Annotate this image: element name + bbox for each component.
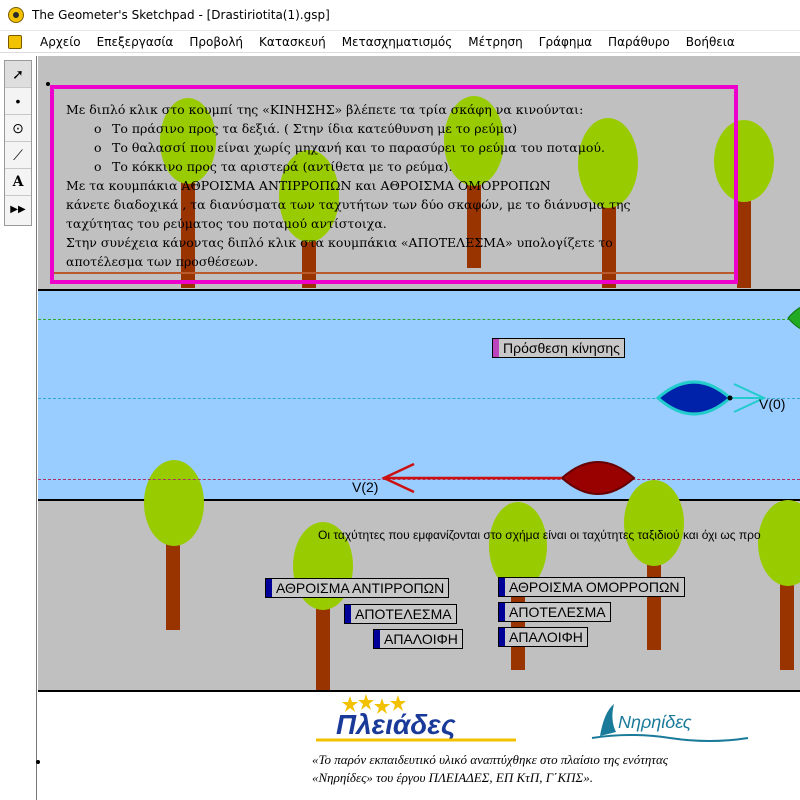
menu-file[interactable]: Αρχείο bbox=[32, 35, 89, 49]
sum-same-button[interactable]: ΑΘΡΟΙΣΜΑ ΟΜΟΡΡΟΠΩΝ bbox=[498, 577, 685, 597]
menu-window[interactable]: Παράθυρο bbox=[600, 35, 678, 49]
v0-label: V(0) bbox=[759, 396, 786, 412]
tree-trunk bbox=[737, 200, 751, 288]
instruction-line: κάνετε διαδοχικά , τα διανύσματα των ταχ… bbox=[66, 197, 631, 212]
red-lane-line bbox=[38, 479, 800, 480]
button-tab bbox=[499, 603, 505, 621]
menu-help[interactable]: Βοήθεια bbox=[678, 35, 743, 49]
instructions-underline bbox=[54, 272, 734, 274]
menu-bar: Αρχείο Επεξεργασία Προβολή Κατασκευή Μετ… bbox=[0, 31, 800, 53]
text-tool-icon[interactable]: A bbox=[5, 169, 31, 196]
motion-button[interactable]: Πρόσθεση κίνησης bbox=[492, 338, 625, 358]
star-icon bbox=[358, 694, 374, 710]
sketchpad-app-icon[interactable] bbox=[8, 7, 24, 23]
button-tab bbox=[493, 339, 499, 357]
result-right-button[interactable]: ΑΠΟΤΕΛΕΣΜΑ bbox=[498, 602, 611, 622]
menu-measure[interactable]: Μέτρηση bbox=[460, 35, 531, 49]
tree-crown bbox=[624, 480, 684, 566]
footer-line: «Το παρόν εκπαιδευτικό υλικό αναπτύχθηκε… bbox=[312, 752, 669, 767]
button-tab bbox=[374, 630, 380, 648]
sum-opposite-button[interactable]: ΑΘΡΟΙΣΜΑ ΑΝΤΙΡΡΟΠΩΝ bbox=[265, 578, 450, 598]
button-tab bbox=[499, 628, 505, 646]
bullet-mark: o bbox=[94, 140, 102, 155]
tree-trunk bbox=[780, 580, 794, 670]
nirides-logo: Νηρηίδες bbox=[591, 704, 749, 742]
instruction-bullet: o Το θαλασσί που είναι χωρίς μηχανή και τ… bbox=[66, 138, 726, 157]
motion-button-label: Πρόσθεση κίνησης bbox=[503, 340, 620, 356]
canvas-point bbox=[36, 760, 40, 764]
sum-same-label: ΑΘΡΟΙΣΜΑ ΟΜΟΡΡΟΠΩΝ bbox=[509, 579, 680, 595]
sketchpad-window: The Geometer's Sketchpad - [Drastiriotit… bbox=[0, 0, 800, 800]
menu-construct[interactable]: Κατασκευή bbox=[251, 35, 334, 49]
green-lane-line bbox=[38, 319, 800, 320]
title-bar: The Geometer's Sketchpad - [Drastiriotit… bbox=[0, 0, 800, 31]
menu-graph[interactable]: Γράφημα bbox=[531, 35, 600, 49]
point-tool-icon[interactable]: • bbox=[5, 88, 31, 115]
nirides-logo-text: Νηρηίδες bbox=[618, 712, 692, 732]
instruction-bullet: o Το κόκκινο προς τα αριστερά (αντίθετα μ… bbox=[66, 157, 726, 176]
instruction-bullet-text: Το πράσινο προς τα δεξιά. ( Στην ίδια κα… bbox=[112, 121, 518, 136]
bullet-mark: o bbox=[94, 159, 102, 174]
river bbox=[38, 289, 800, 501]
mermaid-icon bbox=[600, 704, 616, 736]
tree-crown bbox=[144, 460, 204, 546]
sum-opposite-label: ΑΘΡΟΙΣΜΑ ΑΝΤΙΡΡΟΠΩΝ bbox=[276, 580, 445, 596]
button-tab bbox=[266, 579, 272, 597]
instruction-bullet-text: Το θαλασσί που είναι χωρίς μηχανή και το… bbox=[112, 140, 605, 155]
pleiades-logo-text: Πλειάδες bbox=[336, 709, 456, 740]
result-left-label: ΑΠΟΤΕΛΕΣΜΑ bbox=[355, 606, 452, 622]
menu-transform[interactable]: Μετασχηματισμός bbox=[334, 35, 461, 49]
clear-left-button[interactable]: ΑΠΑΛΟΙΦΗ bbox=[373, 629, 463, 649]
blue-lane-line bbox=[38, 398, 800, 399]
bullet-mark: o bbox=[94, 121, 102, 136]
instructions-text: Με διπλό κλικ στο κουμπί της «ΚΙΝΗΣΗΣ» β… bbox=[66, 100, 726, 271]
compass-tool-icon[interactable]: ⊙ bbox=[5, 115, 31, 142]
tree-trunk bbox=[316, 600, 330, 690]
clear-left-label: ΑΠΑΛΟΙΦΗ bbox=[384, 631, 458, 647]
button-tab bbox=[499, 578, 505, 596]
tree-trunk bbox=[166, 540, 180, 630]
footer-credits: «Το παρόν εκπαιδευτικό υλικό αναπτύχθηκε… bbox=[312, 751, 668, 787]
instruction-bullet: o Το πράσινο προς τα δεξιά. ( Στην ίδια κ… bbox=[66, 119, 726, 138]
info-text: Οι ταχύτητες που εμφανίζονται στο σχήμα … bbox=[318, 528, 761, 542]
instruction-line: Με διπλό κλικ στο κουμπί της «ΚΙΝΗΣΗΣ» β… bbox=[66, 102, 584, 117]
menu-view[interactable]: Προβολή bbox=[181, 35, 251, 49]
clear-right-button[interactable]: ΑΠΑΛΟΙΦΗ bbox=[498, 627, 588, 647]
result-right-label: ΑΠΟΤΕΛΕΣΜΑ bbox=[509, 604, 606, 620]
straightedge-tool-icon[interactable]: ⟋ bbox=[5, 142, 31, 169]
window-title: The Geometer's Sketchpad - [Drastiriotit… bbox=[32, 8, 330, 22]
result-left-button[interactable]: ΑΠΟΤΕΛΕΣΜΑ bbox=[344, 604, 457, 624]
instruction-line: ταχύτητας του ρεύματος του ποταμού αντίσ… bbox=[66, 216, 387, 231]
instruction-line: Στην συνέχεια κάνοντας διπλό κλικ στα κο… bbox=[66, 235, 613, 250]
button-tab bbox=[345, 605, 351, 623]
v2-label: V(2) bbox=[352, 479, 379, 495]
instruction-line: Με τα κουμπάκια ΑΘΡΟΙΣΜΑ ΑΝΤΙΡΡΟΠΩΝ και … bbox=[66, 178, 551, 193]
tree-trunk bbox=[647, 560, 661, 650]
custom-tool-icon[interactable]: ▶▶ bbox=[5, 196, 31, 223]
arrow-select-icon[interactable]: ➚ bbox=[5, 61, 31, 88]
clear-right-label: ΑΠΑΛΟΙΦΗ bbox=[509, 629, 583, 645]
toolbox: ➚ • ⊙ ⟋ A ▶▶ bbox=[4, 60, 32, 226]
instruction-bullet-text: Το κόκκινο προς τα αριστερά (αντίθετα με… bbox=[112, 159, 453, 174]
pleiades-logo: Πλειάδες bbox=[316, 694, 516, 742]
document-icon[interactable] bbox=[8, 34, 22, 49]
instruction-line: αποτέλεσμα των προσθέσεων. bbox=[66, 254, 259, 269]
footer-line: «Νηρηίδες» του έργου ΠΛΕΙΑΔΕΣ, ΕΠ ΚτΠ, Γ… bbox=[312, 770, 593, 785]
menu-edit[interactable]: Επεξεργασία bbox=[89, 35, 182, 49]
